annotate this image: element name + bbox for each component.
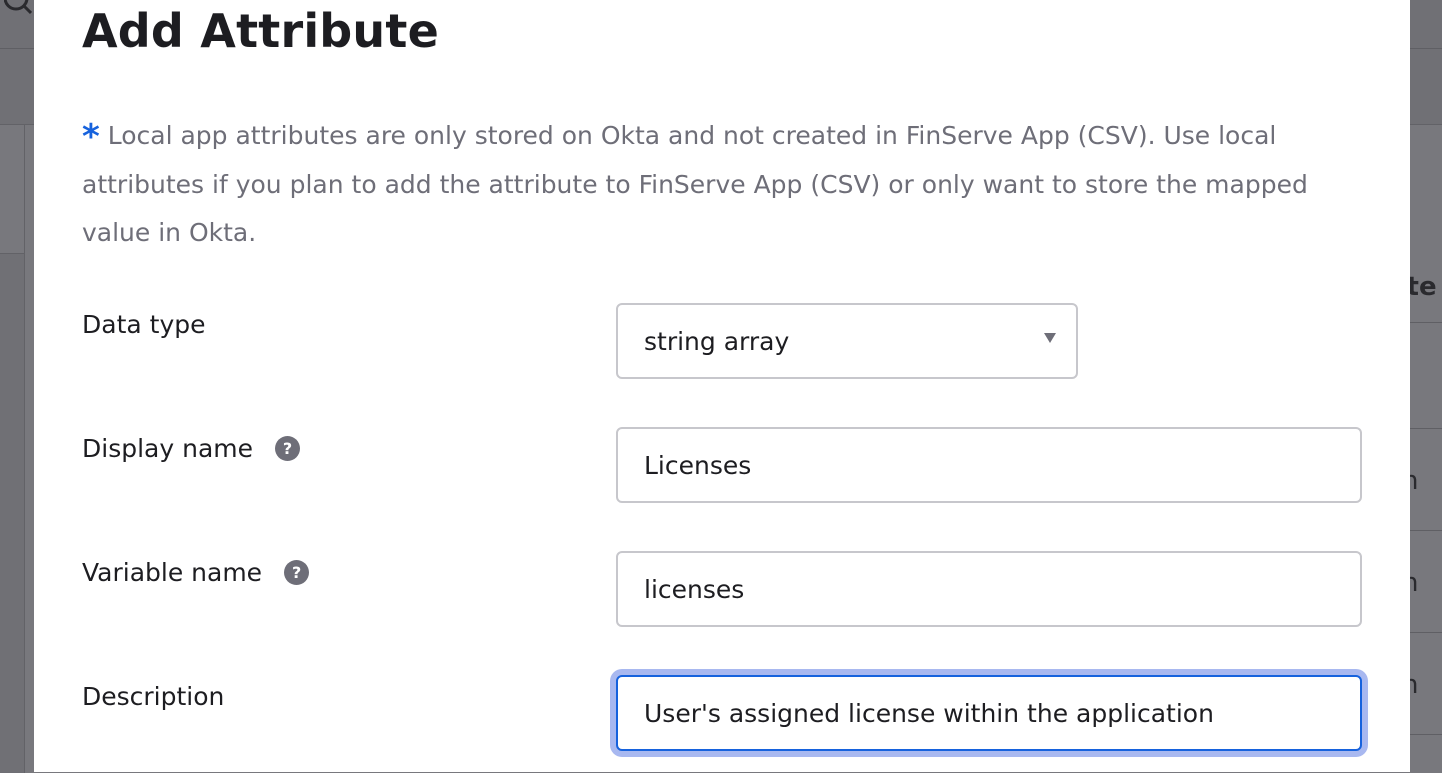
display-name-input[interactable] — [616, 427, 1362, 503]
background-row-divider — [1410, 530, 1442, 531]
background-row-divider — [1410, 428, 1442, 429]
background-row-divider — [1410, 322, 1442, 323]
description-input[interactable] — [616, 675, 1362, 751]
modal-title: Add Attribute — [82, 4, 439, 58]
background-row-divider — [1410, 632, 1442, 633]
background-row-cell: n — [1410, 670, 1419, 700]
data-type-selected-value: string array — [644, 326, 790, 356]
required-asterisk-icon: * — [82, 117, 100, 157]
background-row-divider — [1410, 734, 1442, 735]
data-type-select[interactable]: string array — [616, 303, 1078, 379]
display-name-label: Display name ? — [82, 434, 300, 463]
background-column-header: ute — [1410, 272, 1437, 302]
add-attribute-modal: Add Attribute * Local app attributes are… — [34, 0, 1410, 772]
local-attribute-note: * Local app attributes are only stored o… — [82, 112, 1342, 257]
help-circle-icon[interactable]: ? — [284, 560, 310, 585]
variable-name-input[interactable] — [616, 551, 1362, 627]
variable-name-label: Variable name ? — [82, 558, 310, 587]
description-label: Description — [82, 682, 225, 711]
caret-down-icon — [1044, 333, 1056, 343]
background-row-cell: n — [1410, 568, 1419, 598]
note-text: Local app attributes are only stored on … — [82, 121, 1308, 247]
background-row-cell: n — [1410, 466, 1419, 496]
help-circle-icon[interactable]: ? — [275, 436, 300, 461]
data-type-label: Data type — [82, 310, 206, 339]
search-icon — [4, 0, 32, 15]
